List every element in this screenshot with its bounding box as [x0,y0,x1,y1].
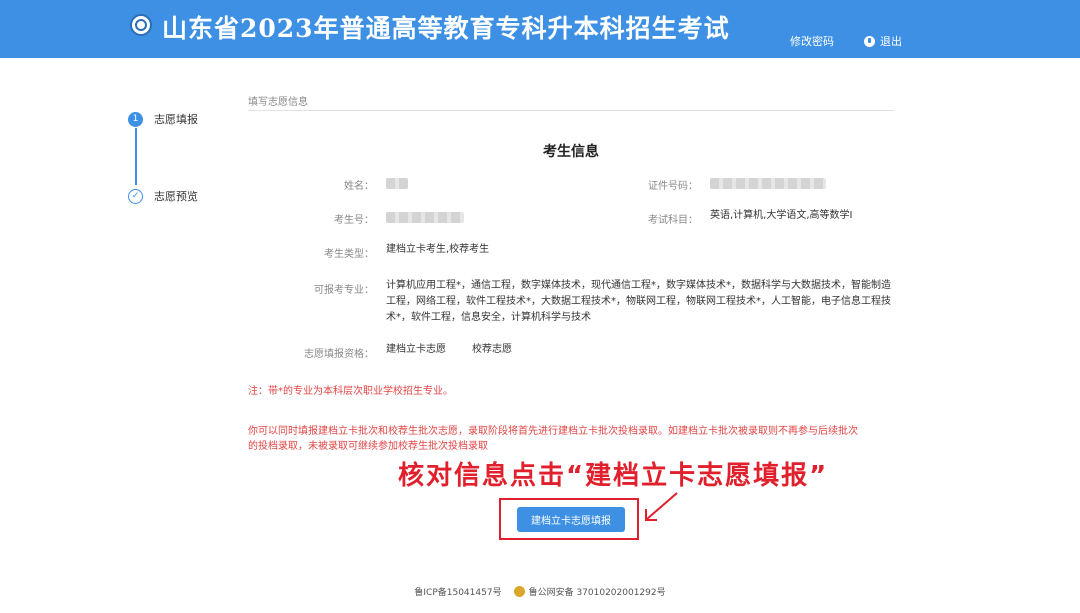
candidate-type-value: 建档立卡考生,校荐考生 [386,244,490,255]
candidate-type-label: 考生类型： [324,249,374,260]
id-number-redacted [710,178,826,189]
qualification-label: 志愿填报资格： [304,349,374,360]
subjects-label: 考试科目： [648,215,698,226]
order-note-line-2: 的投档录取，未被录取可继续参加校荐生批次投档录取 [248,441,488,452]
name-value-redacted [386,178,408,189]
police-badge-icon [513,586,525,597]
name-label: 姓名： [344,181,374,192]
qualification-value-1: 建档立卡志愿 [386,344,446,355]
exam-number-label: 考生号： [334,215,374,226]
logout-link[interactable]: 退出 [864,33,902,49]
section-divider [248,110,894,111]
police-record: 鲁公网安备 37010202001292号 [528,588,666,598]
top-header: 山东省2023年普通高等教育专科升本科招生考试 修改密码 退出 [0,0,1080,58]
majors-label: 可报考专业： [314,285,374,296]
check-circle-icon: ✓ [128,188,143,204]
exam-number-redacted [386,212,464,223]
step-connector [135,128,137,185]
step-preview[interactable]: ✓ 志愿预览 [128,188,198,204]
pointer-arrow-icon [645,492,678,521]
step-label: 志愿填报 [154,113,198,126]
id-number-label: 证件号码： [648,181,698,192]
power-icon [864,35,875,47]
icp-record: 鲁ICP备15041457号 [414,588,502,598]
order-note-line-1: 你可以同时填报建档立卡批次和校荐生批次志愿，录取阶段将首先进行建档立卡批次投档录… [248,426,858,437]
step-fill-application[interactable]: 1 志愿填报 [128,111,198,127]
step-number-badge: 1 [128,111,143,127]
submit-poverty-volunteer-button[interactable]: 建档立卡志愿填报 [517,507,625,532]
instruction-callout: 核对信息点击“建档立卡志愿填报” [398,461,829,491]
majors-value: 计算机应用工程*，通信工程，数字媒体技术，现代通信工程*，数字媒体技术*，数据科… [386,280,891,323]
section-title: 填写志愿信息 [248,97,308,108]
footer: 鲁ICP备15041457号 鲁公网安备 37010202001292号 [0,585,1080,598]
app-title: 山东省2023年普通高等教育专科升本科招生考试 [162,14,730,43]
logout-label: 退出 [880,35,902,48]
card-title: 考生信息 [543,144,599,160]
change-password-link[interactable]: 修改密码 [790,33,834,49]
subjects-value: 英语,计算机,大学语文,高等数学I [710,210,853,221]
step-label: 志愿预览 [154,190,198,203]
school-seal-icon [130,14,152,36]
qualification-value-2: 校荐志愿 [472,344,512,355]
star-major-note: 注：带*的专业为本科层次职业学校招生专业。 [248,386,453,397]
